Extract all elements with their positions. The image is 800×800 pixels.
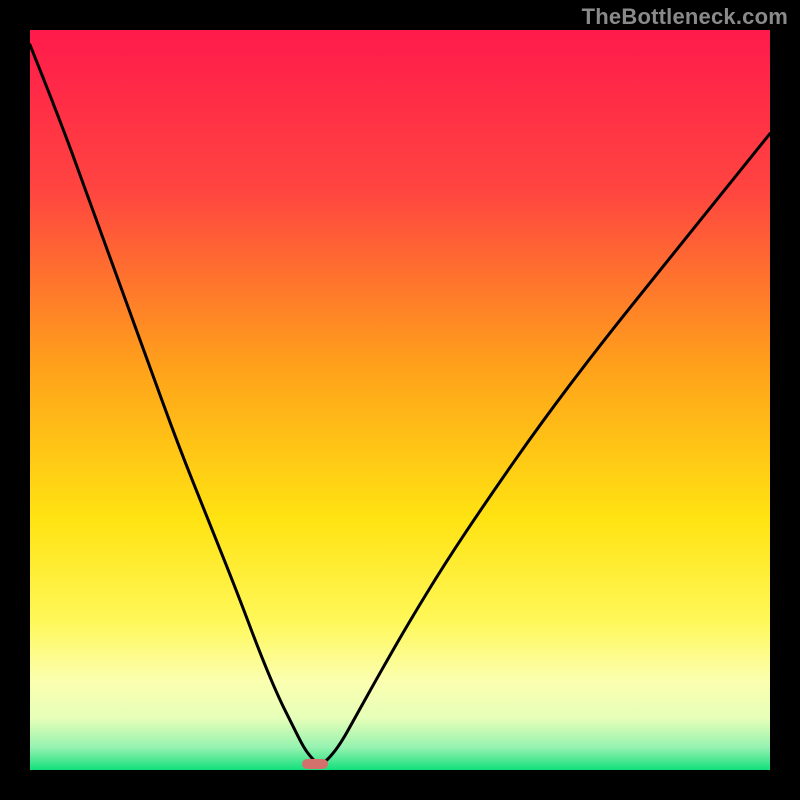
chart-frame: TheBottleneck.com xyxy=(0,0,800,800)
minimum-marker xyxy=(302,759,329,769)
watermark-text: TheBottleneck.com xyxy=(582,4,788,30)
background-gradient xyxy=(30,30,770,770)
plot-area xyxy=(30,30,770,770)
